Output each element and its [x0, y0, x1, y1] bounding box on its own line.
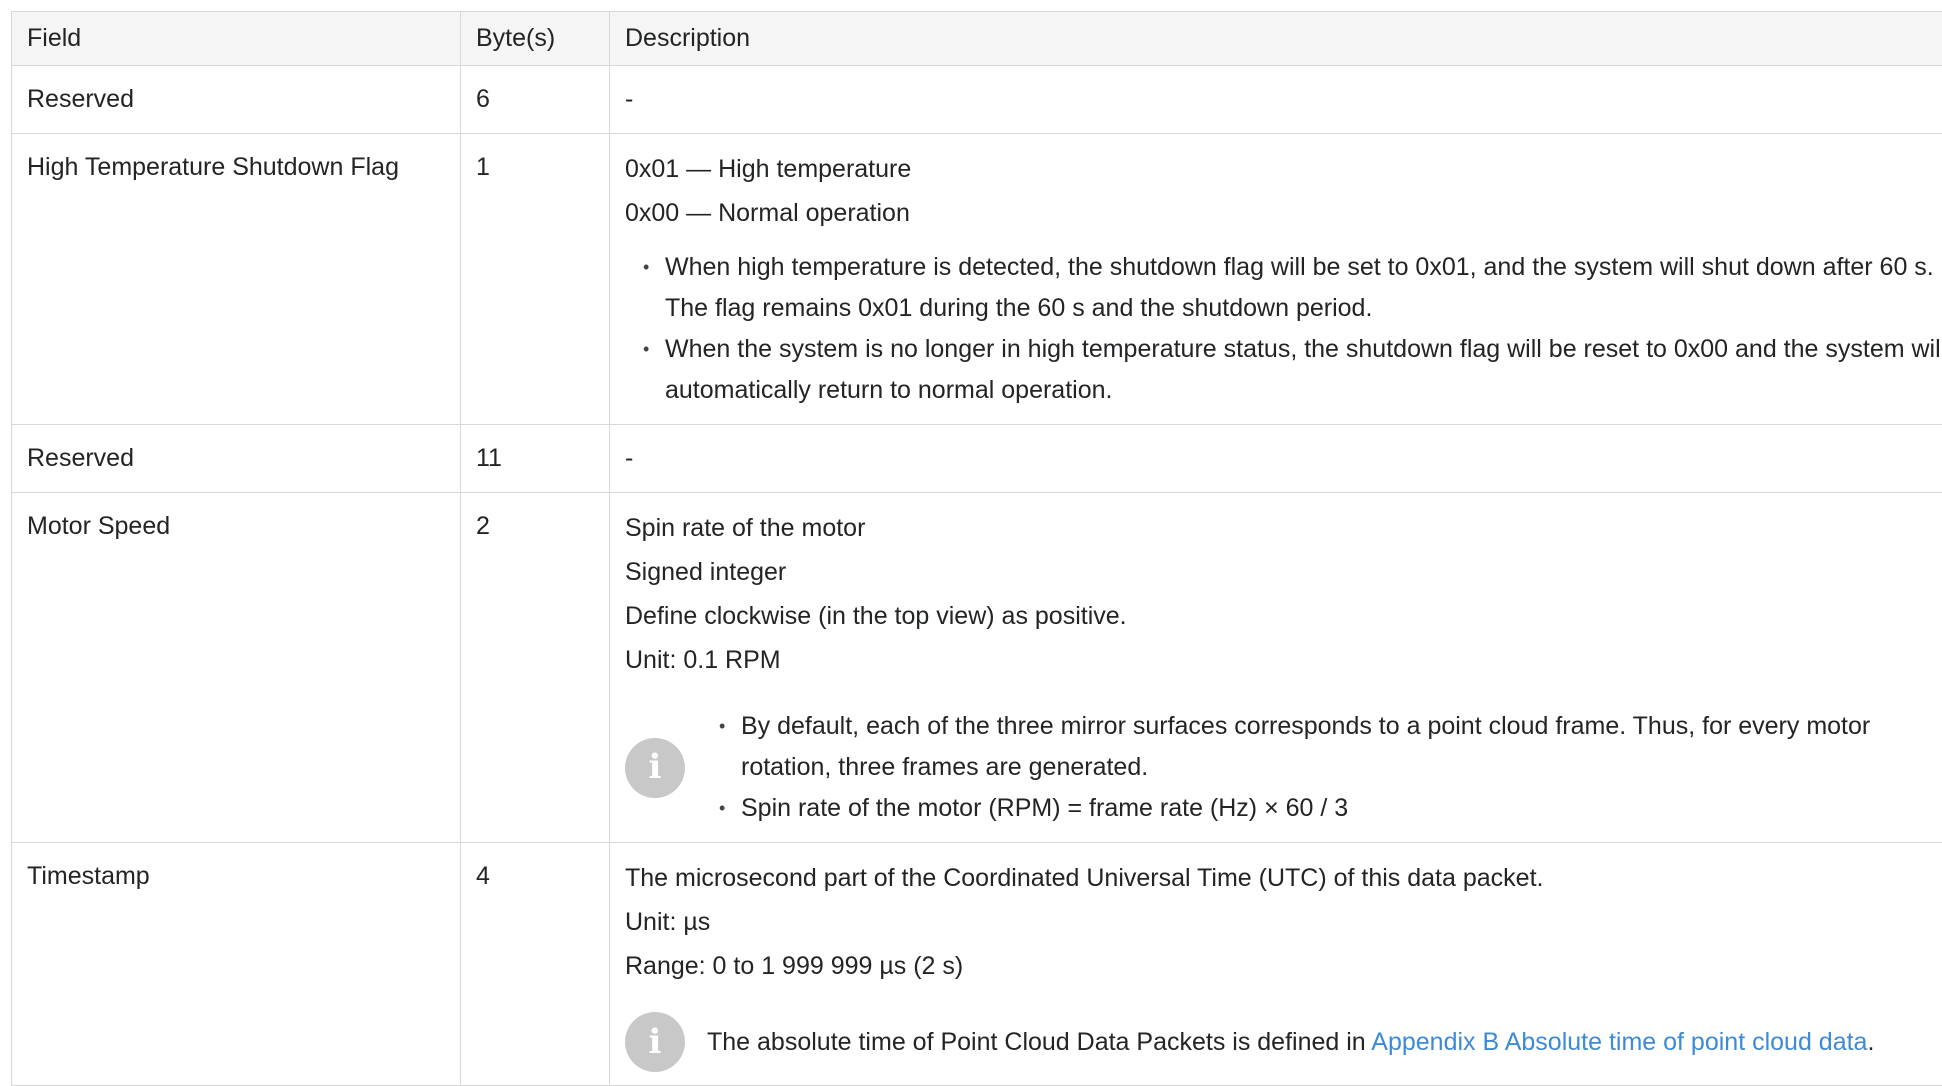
- field-cell: Reserved: [12, 66, 461, 134]
- table-row-high-temperature: High Temperature Shutdown Flag 1 0x01 — …: [12, 134, 1942, 425]
- spec-table: Field Byte(s) Description Reserved 6 - H…: [11, 11, 1942, 1086]
- field-cell: High Temperature Shutdown Flag: [12, 134, 461, 425]
- header-description: Description: [610, 12, 1942, 66]
- description-cell: The microsecond part of the Coordinated …: [610, 843, 1942, 1086]
- bytes-cell: 11: [461, 425, 610, 493]
- note-prefix: The absolute time of Point Cloud Data Pa…: [707, 1028, 1371, 1056]
- info-note: i The absolute time of Point Cloud Data …: [625, 1012, 1942, 1072]
- table-row-motor-speed: Motor Speed 2 Spin rate of the motor Sig…: [12, 493, 1942, 843]
- description-cell: -: [610, 66, 1942, 134]
- note-bullet-list: By default, each of the three mirror sur…: [707, 706, 1942, 829]
- header-field: Field: [12, 12, 461, 66]
- note-suffix: .: [1867, 1028, 1874, 1056]
- description-line: Unit: 0.1 RPM: [625, 638, 1942, 682]
- description-line: Range: 0 to 1 999 999 µs (2 s): [625, 944, 1942, 988]
- table-header-row: Field Byte(s) Description: [12, 12, 1942, 66]
- note-text: The absolute time of Point Cloud Data Pa…: [707, 1022, 1874, 1063]
- table-row-reserved-1: Reserved 6 -: [12, 66, 1942, 134]
- note-bullet-item: By default, each of the three mirror sur…: [711, 706, 1942, 788]
- description-cell: -: [610, 425, 1942, 493]
- table-row-timestamp: Timestamp 4 The microsecond part of the …: [12, 843, 1942, 1086]
- bytes-cell: 4: [461, 843, 610, 1086]
- description-cell: Spin rate of the motor Signed integer De…: [610, 493, 1942, 843]
- bullet-item: When high temperature is detected, the s…: [635, 247, 1942, 329]
- bullet-list: When high temperature is detected, the s…: [625, 247, 1942, 411]
- description-line: Signed integer: [625, 550, 1942, 594]
- info-icon: i: [625, 738, 685, 798]
- description-line: 0x01 — High temperature: [625, 147, 1942, 191]
- appendix-b-link[interactable]: Appendix B Absolute time of point cloud …: [1371, 1028, 1867, 1056]
- field-cell: Timestamp: [12, 843, 461, 1086]
- bullet-item: When the system is no longer in high tem…: [635, 329, 1942, 411]
- description-line: Unit: µs: [625, 900, 1942, 944]
- description-cell: 0x01 — High temperature 0x00 — Normal op…: [610, 134, 1942, 425]
- header-bytes: Byte(s): [461, 12, 610, 66]
- description-line: Spin rate of the motor: [625, 506, 1942, 550]
- description-line: 0x00 — Normal operation: [625, 191, 1942, 235]
- bytes-cell: 1: [461, 134, 610, 425]
- table-row-reserved-2: Reserved 11 -: [12, 425, 1942, 493]
- info-icon: i: [625, 1012, 685, 1072]
- field-cell: Reserved: [12, 425, 461, 493]
- note-bullet-item: Spin rate of the motor (RPM) = frame rat…: [711, 788, 1942, 829]
- description-line: The microsecond part of the Coordinated …: [625, 856, 1942, 900]
- bytes-cell: 6: [461, 66, 610, 134]
- description-line: Define clockwise (in the top view) as po…: [625, 594, 1942, 638]
- bytes-cell: 2: [461, 493, 610, 843]
- field-cell: Motor Speed: [12, 493, 461, 843]
- info-note: i By default, each of the three mirror s…: [625, 706, 1942, 829]
